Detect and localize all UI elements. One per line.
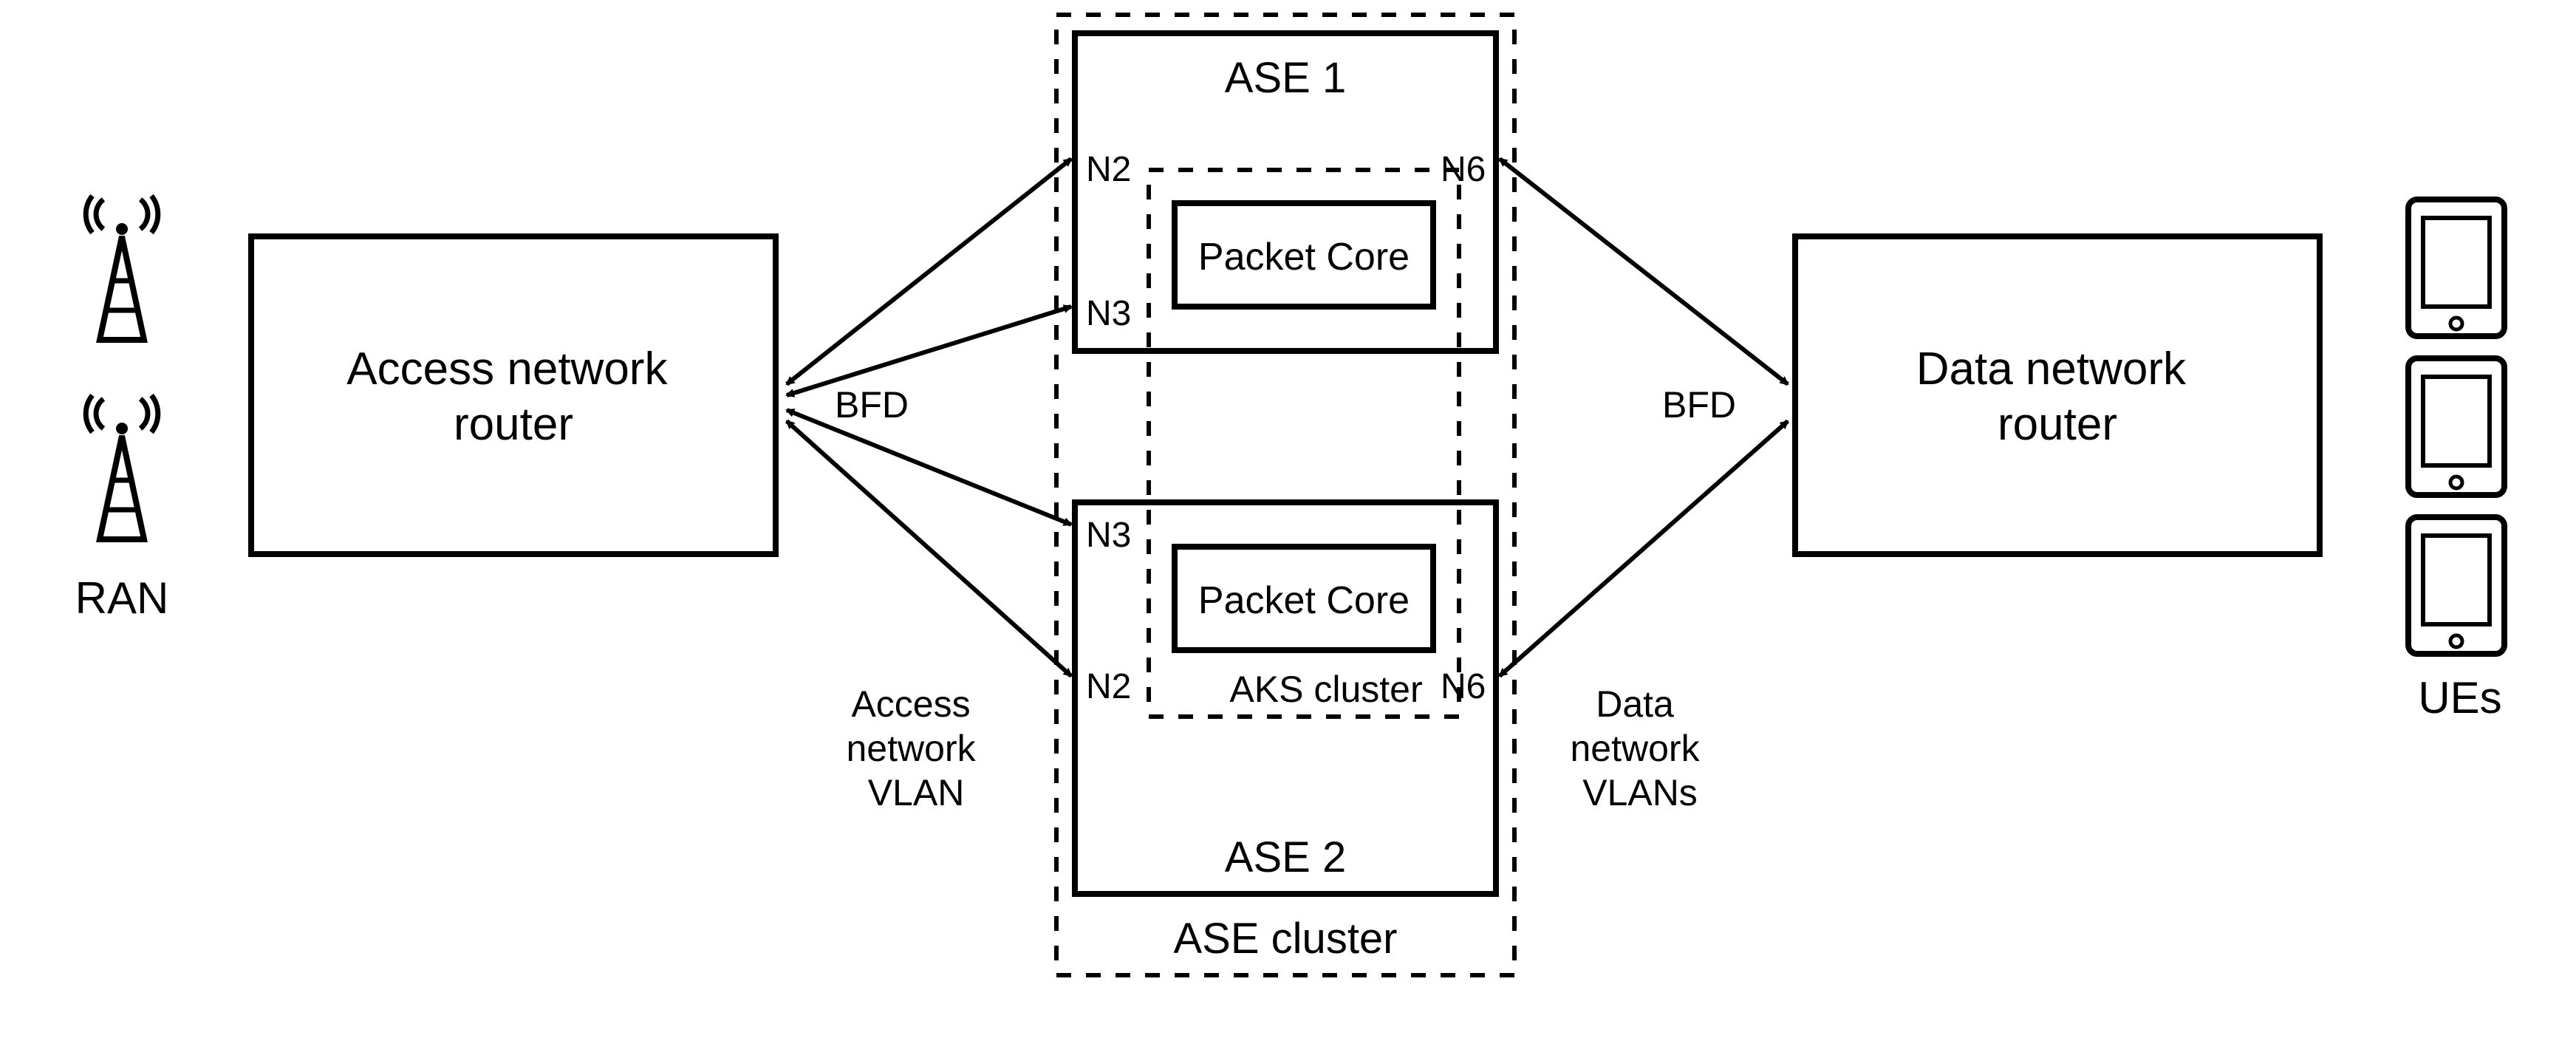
access-vlan-label: Access network VLAN — [847, 683, 986, 813]
arrow-ase1-data-n6 — [1500, 159, 1788, 384]
data-router-box — [1795, 236, 2320, 554]
ase1-n3-label: N3 — [1086, 294, 1131, 333]
packet-core-1-label: Packet Core — [1198, 236, 1410, 279]
arrow-ase2-data-n6 — [1500, 421, 1788, 676]
bfd-right-label: BFD — [1662, 384, 1736, 426]
ase-cluster-label: ASE cluster — [1174, 915, 1398, 963]
ase1-n6-label: N6 — [1441, 150, 1486, 189]
arrow-access-ase2-n2 — [787, 421, 1071, 676]
network-diagram: RAN Access network router Data network r… — [0, 0, 2576, 1034]
ase1-n2-label: N2 — [1086, 150, 1131, 189]
ase2-n2-label: N2 — [1086, 667, 1131, 706]
ues-label: UEs — [2418, 673, 2501, 723]
ase2-n3-label: N3 — [1086, 516, 1131, 555]
ase1-title: ASE 1 — [1225, 54, 1346, 102]
data-vlan-label: Data network VLANs — [1571, 683, 1710, 813]
access-router-box — [251, 236, 776, 554]
bfd-left-label: BFD — [835, 384, 909, 426]
aks-cluster-label: AKS cluster — [1229, 669, 1422, 710]
ue-phone-icons — [2408, 199, 2504, 654]
ase2-title: ASE 2 — [1225, 833, 1346, 881]
ase2-n6-label: N6 — [1441, 667, 1486, 706]
ran-label: RAN — [75, 573, 169, 623]
arrow-access-ase2-n3 — [787, 410, 1071, 525]
ran-tower-icon — [86, 196, 158, 539]
packet-core-2-label: Packet Core — [1198, 579, 1410, 622]
